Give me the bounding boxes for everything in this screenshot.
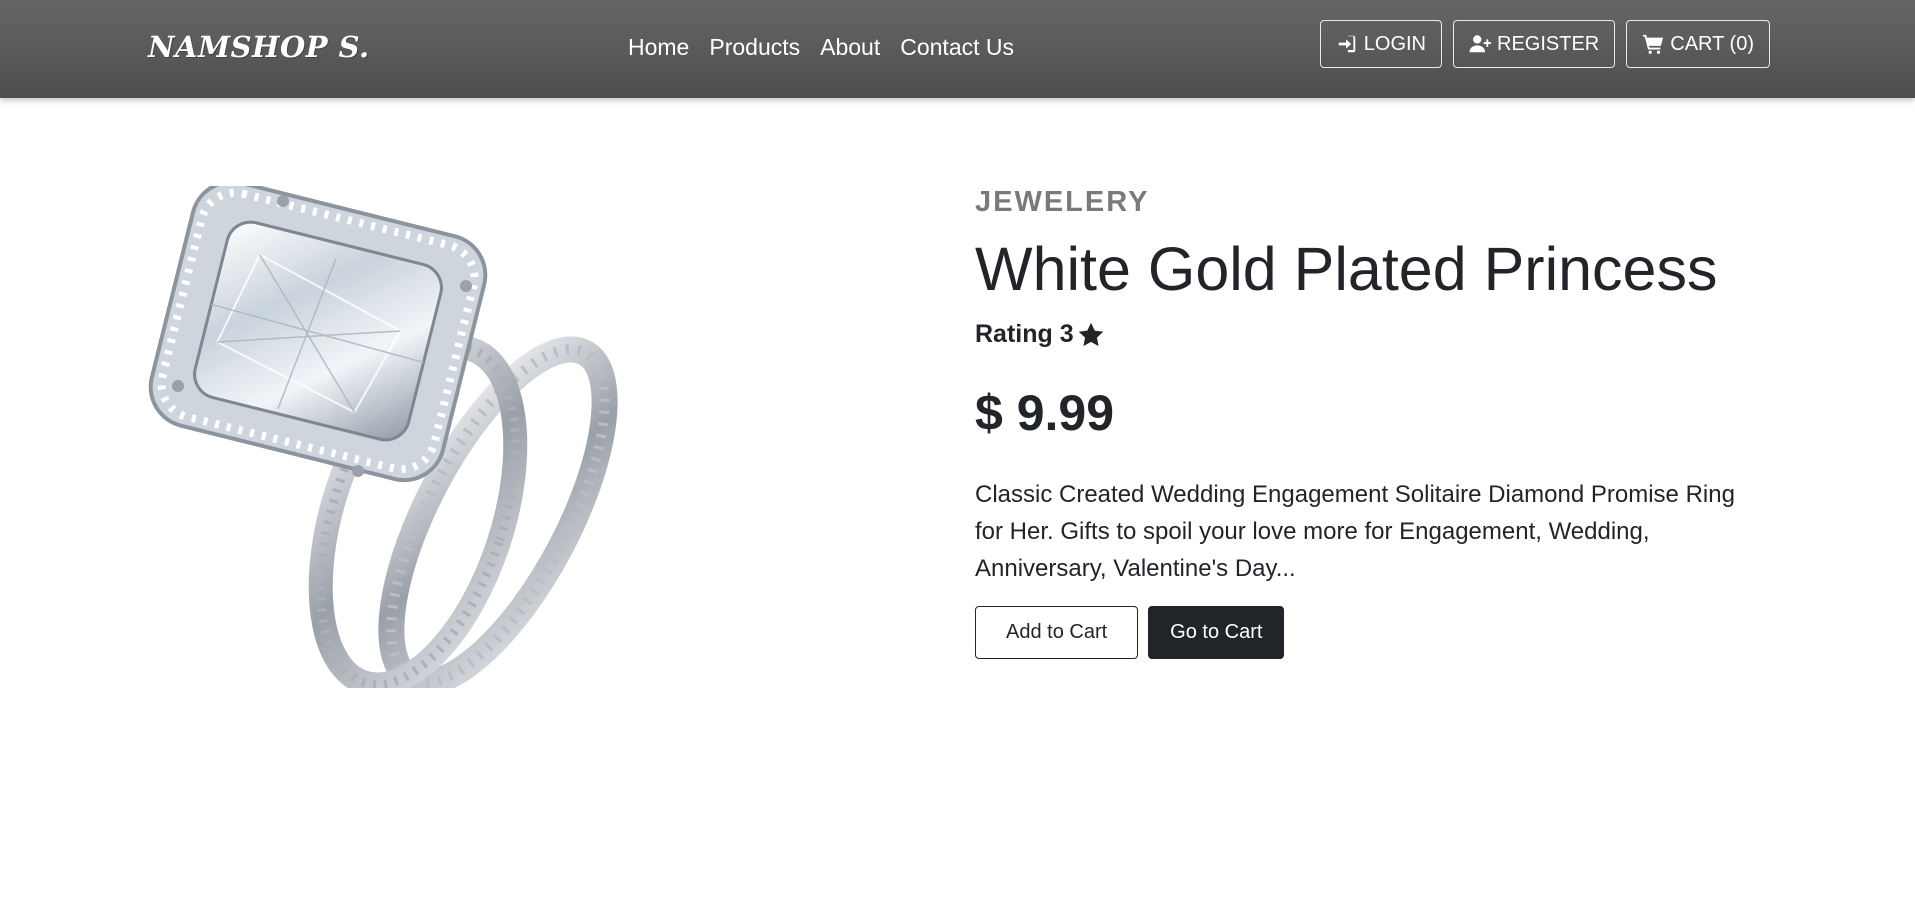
- star-icon: [1078, 322, 1103, 346]
- nav-link-products[interactable]: Products: [709, 34, 800, 61]
- product-rating: Rating 3: [975, 320, 1105, 349]
- add-to-cart-button[interactable]: Add to Cart: [975, 606, 1139, 659]
- product-title: White Gold Plated Princess: [975, 235, 1718, 303]
- go-to-cart-button[interactable]: Go to Cart: [1148, 606, 1285, 659]
- shopping-cart-icon: [1643, 34, 1664, 54]
- ring-illustration: [148, 179, 618, 697]
- product-description: Classic Created Wedding Engagement Solit…: [975, 481, 1735, 582]
- nav-link-contact[interactable]: Contact Us: [900, 34, 1014, 61]
- product-actions: Add to Cart Go to Cart: [975, 606, 1285, 659]
- navbar: NAMSHOP S. Home Products About Contact U…: [0, 0, 1915, 98]
- register-button[interactable]: REGISTER: [1453, 20, 1616, 68]
- nav-actions: LOGIN REGISTER CART (0): [1319, 20, 1770, 68]
- product-image: [148, 179, 660, 697]
- user-plus-icon: [1469, 35, 1492, 53]
- login-label: LOGIN: [1363, 32, 1427, 55]
- cart-label: CART (0): [1670, 32, 1754, 55]
- nav-link-about[interactable]: About: [820, 34, 880, 61]
- sign-in-icon: [1338, 35, 1356, 53]
- nav-links: Home Products About Contact Us: [628, 34, 1014, 61]
- brand-logo[interactable]: NAMSHOP S.: [148, 30, 370, 64]
- product-category: JEWELERY: [975, 186, 1150, 218]
- cart-button[interactable]: CART (0): [1626, 20, 1770, 68]
- rating-label: Rating 3: [975, 320, 1074, 348]
- register-label: REGISTER: [1497, 32, 1600, 55]
- product-price: $ 9.99: [975, 385, 1115, 441]
- nav-link-home[interactable]: Home: [628, 34, 689, 61]
- login-button[interactable]: LOGIN: [1319, 20, 1443, 68]
